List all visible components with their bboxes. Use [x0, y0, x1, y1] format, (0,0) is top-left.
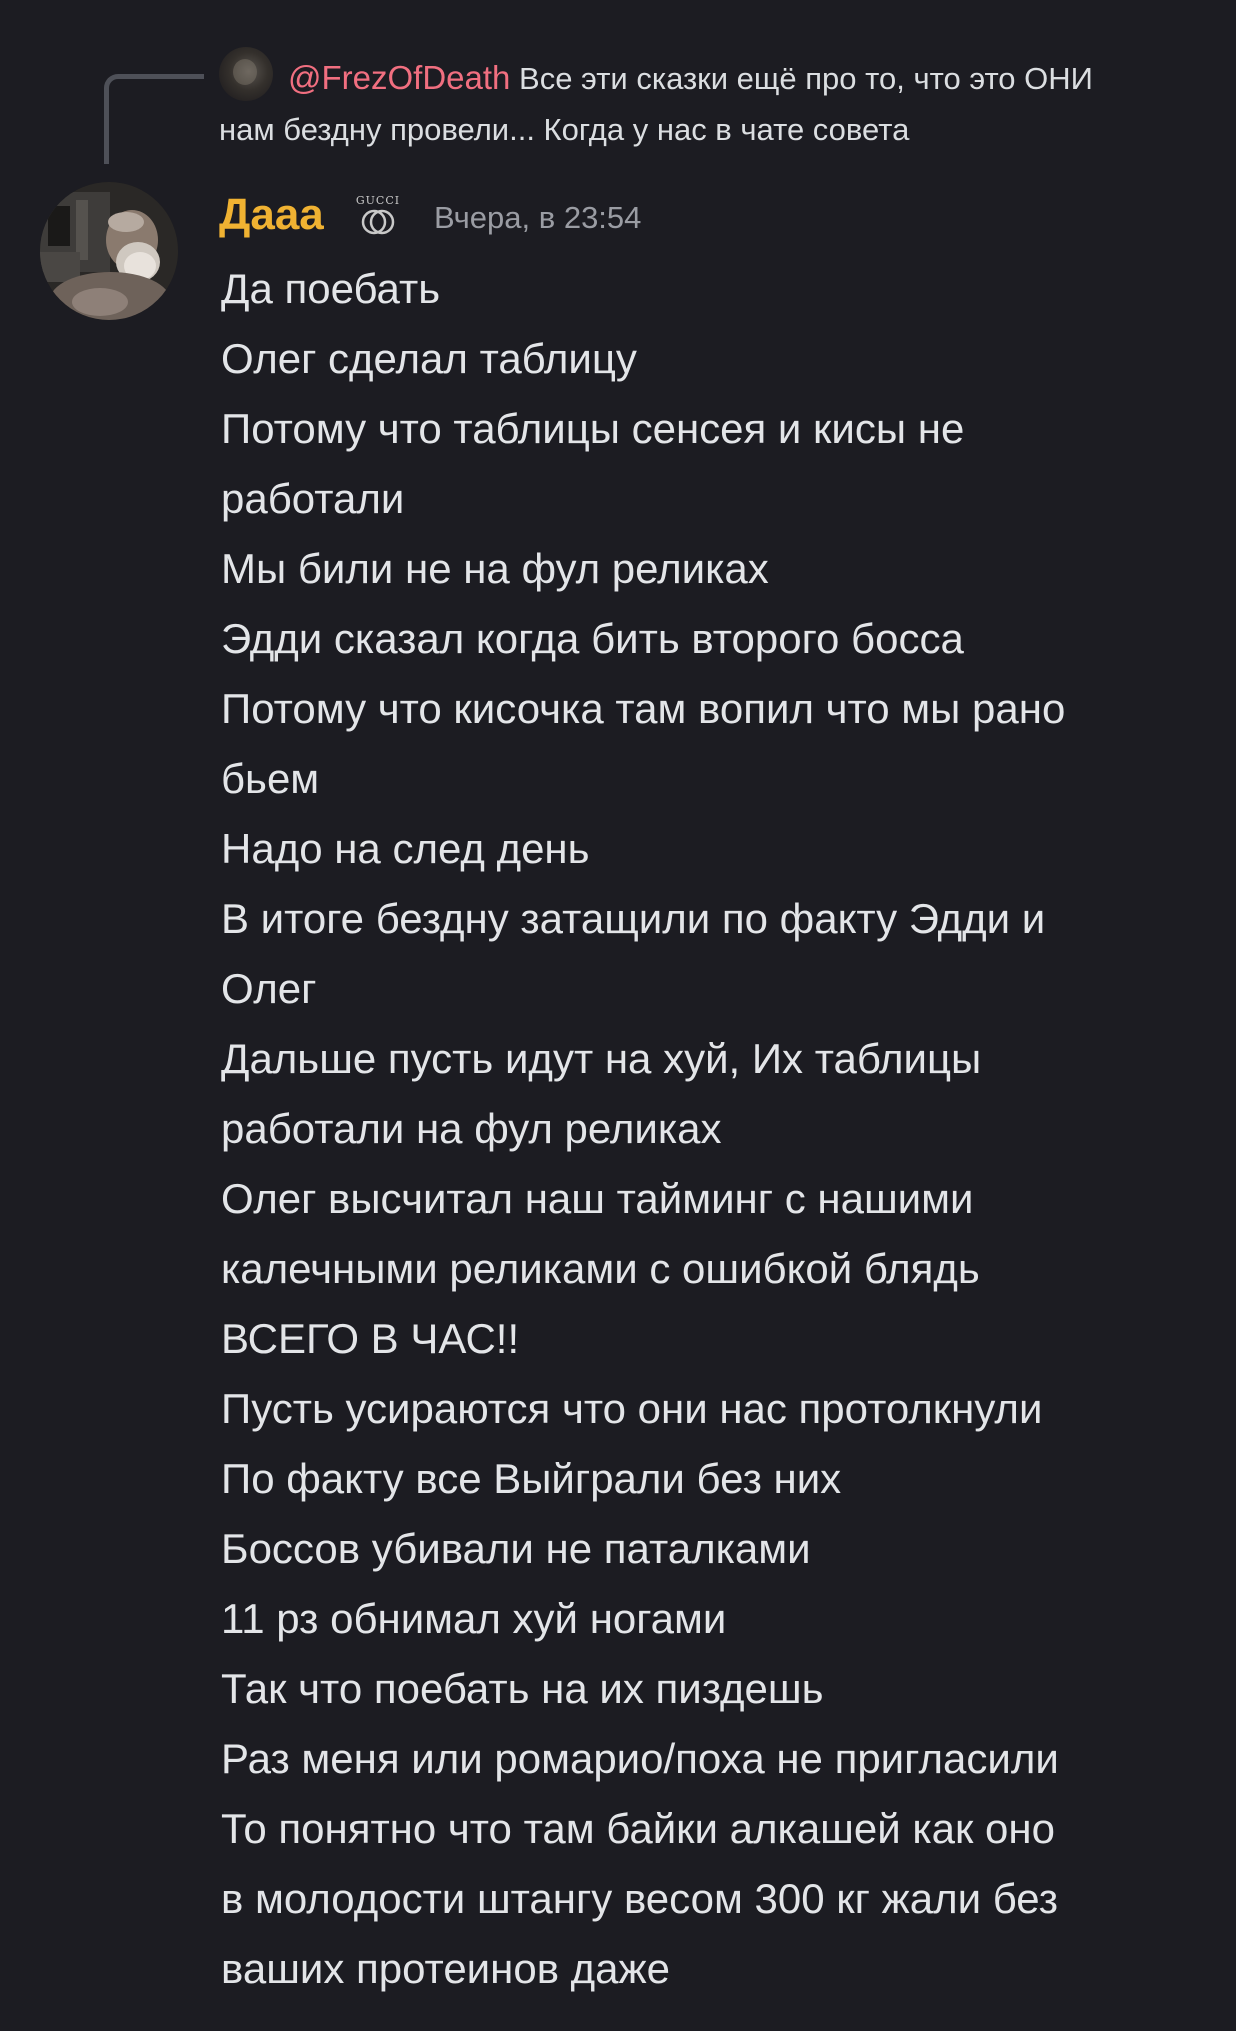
- svg-text:GUCCI: GUCCI: [356, 194, 400, 207]
- message-line: По факту все Выйграли без них: [221, 1455, 842, 1502]
- message-line: 11 рз обнимал хуй ногами: [221, 1595, 727, 1642]
- message-line: Дальше пусть идут на хуй, Их таблицы: [221, 1035, 982, 1082]
- author-name[interactable]: Дааа: [219, 189, 324, 241]
- gucci-badge-icon[interactable]: GUCCI: [350, 190, 406, 240]
- message-line: Потому что таблицы сенсея и кисы не: [221, 405, 965, 452]
- message-line: Да поебать: [221, 265, 441, 312]
- reply-preview[interactable]: @FrezOfDeath Все эти сказки ещё про то, …: [219, 52, 1119, 155]
- message-line: В итоге бездну затащили по факту Эдди и: [221, 895, 1046, 942]
- message-timestamp: Вчера, в 23:54: [434, 200, 642, 235]
- message-line: Пусть усираются что они нас протолкнули: [221, 1385, 1043, 1432]
- message-line: калечными реликами с ошибкой блядь: [221, 1245, 980, 1292]
- message-line: Раз меня или ромарио/поха не пригласили: [221, 1735, 1059, 1782]
- message-line: Олег: [221, 965, 317, 1012]
- reply-connector: [104, 74, 204, 164]
- message-line: ваших протеинов даже: [221, 1945, 670, 1992]
- message-line: Потому что кисочка там вопил что мы рано: [221, 685, 1066, 732]
- message-line: бьем: [221, 755, 320, 802]
- message-line: работали: [221, 475, 405, 522]
- message-line: Надо на след день: [221, 825, 590, 872]
- message-line: Боссов убивали не паталками: [221, 1525, 811, 1572]
- message-line: Мы били не на фул реликах: [221, 545, 769, 592]
- message-line: То понятно что там байки алкашей как оно: [221, 1805, 1055, 1852]
- avatar-image: [40, 182, 178, 320]
- message-line: Эдди сказал когда бить второго босса: [221, 615, 964, 662]
- message-line: в молодости штангу весом 300 кг жали без: [221, 1875, 1058, 1922]
- message-line: Олег сделал таблицу: [221, 335, 637, 382]
- message-line: ВСЕГО В ЧАС!!: [221, 1315, 520, 1362]
- message-line: Так что поебать на их пиздешь: [221, 1665, 824, 1712]
- message-line: Олег высчитал наш тайминг с нашими: [221, 1175, 974, 1222]
- reply-mention[interactable]: @FrezOfDeath: [288, 59, 510, 96]
- chat-screen: @FrezOfDeath Все эти сказки ещё про то, …: [0, 0, 1236, 2031]
- message-line: работали на фул реликах: [221, 1105, 722, 1152]
- message-content: Да поебать Олег сделал таблицу Потому чт…: [221, 254, 1201, 2004]
- avatar[interactable]: [40, 182, 178, 320]
